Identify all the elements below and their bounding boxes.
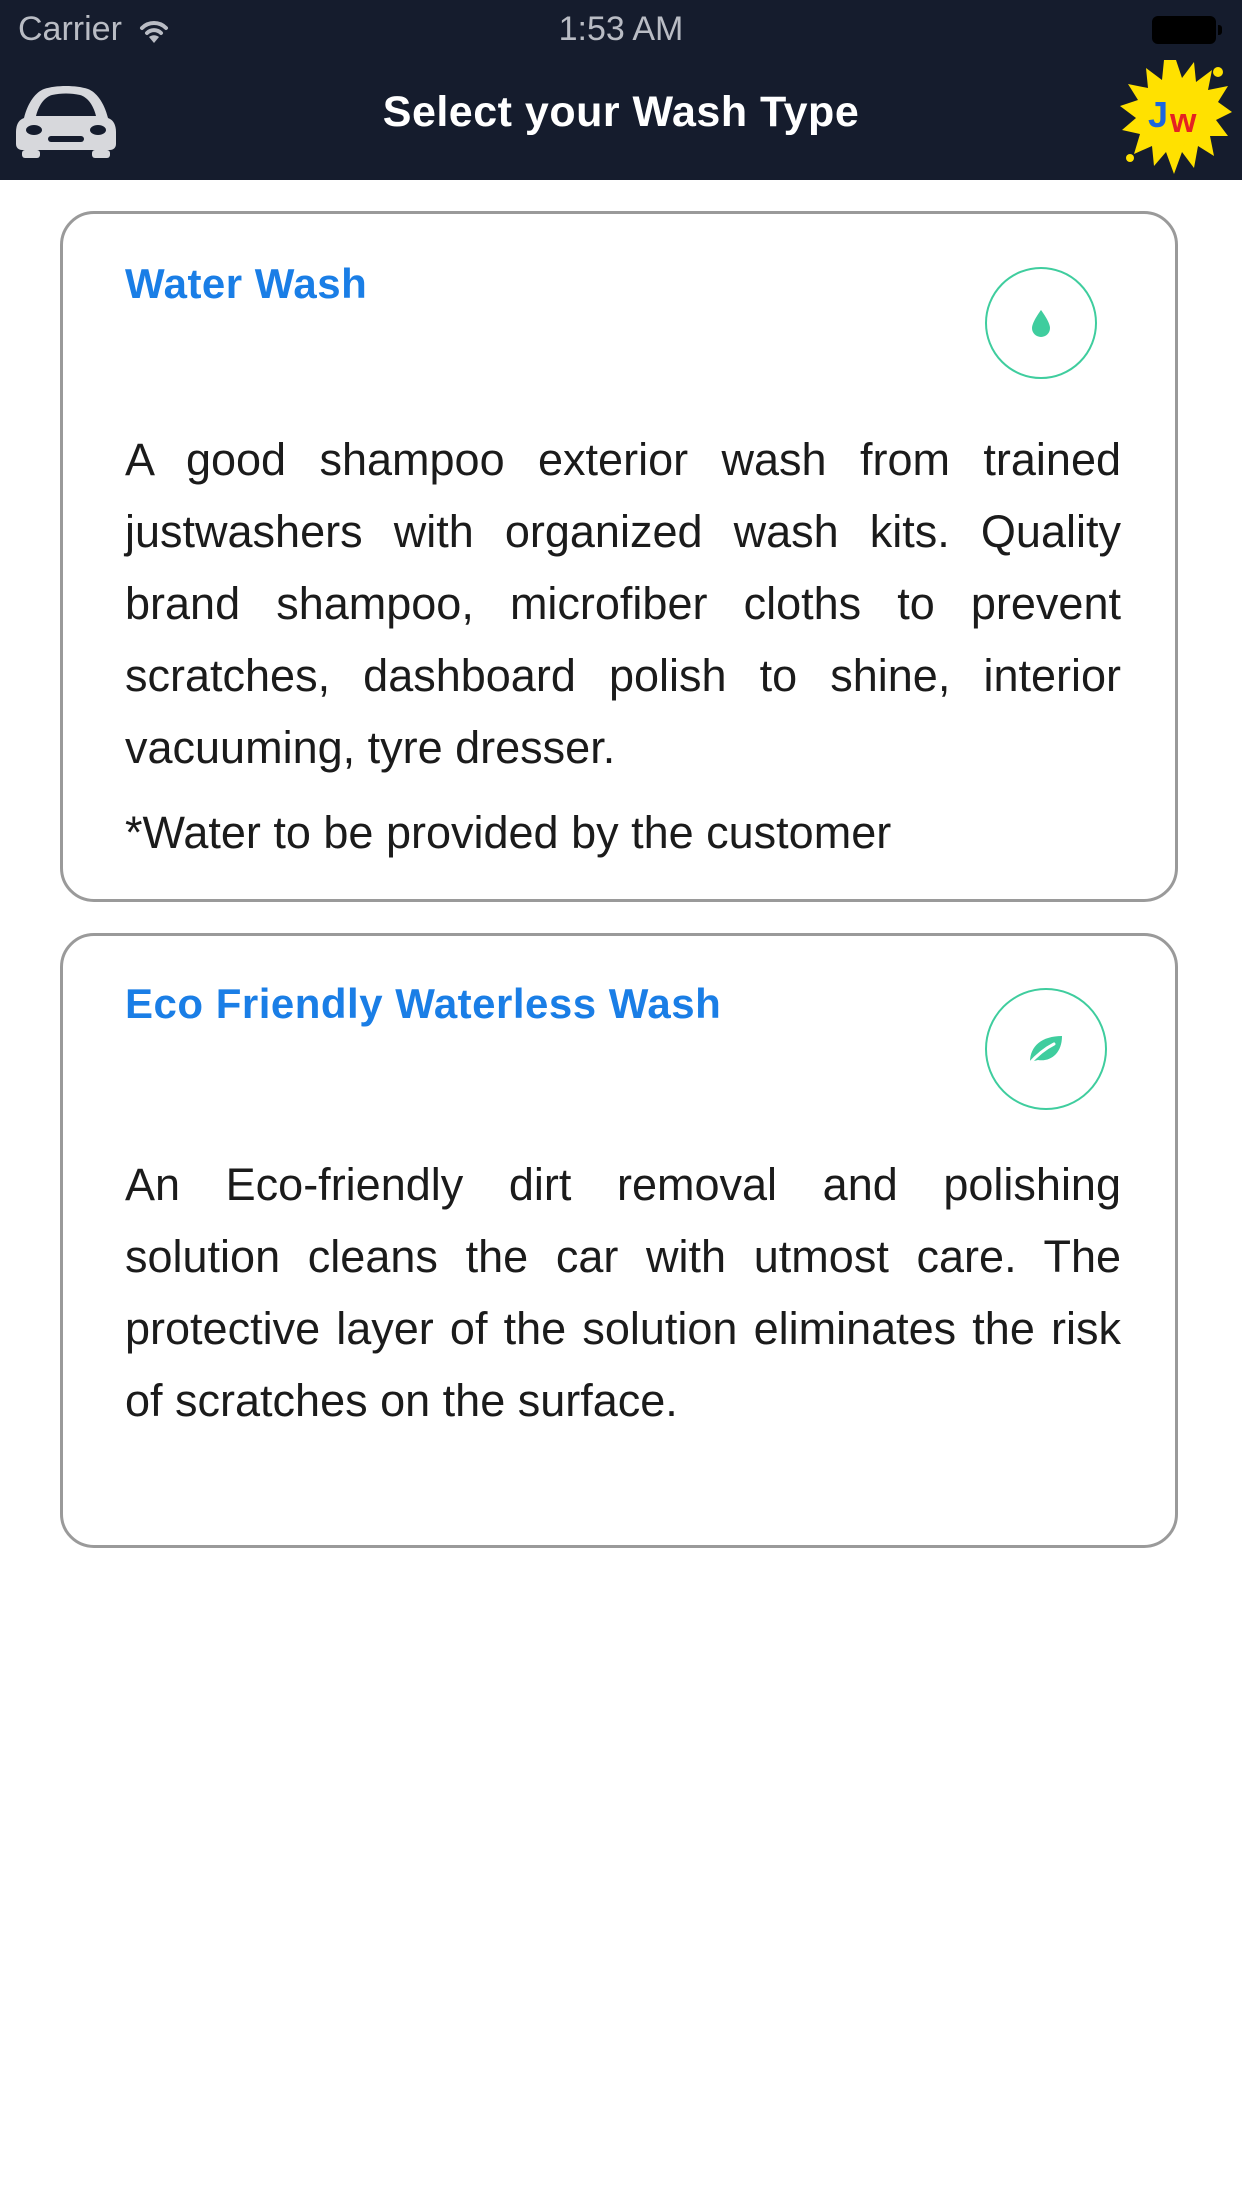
wash-card-water[interactable]: Water Wash A good shampoo exterior wash … [60,211,1178,902]
wash-card-waterless[interactable]: Eco Friendly Waterless Wash An Eco-frien… [60,933,1178,1548]
jw-logo[interactable]: J w [1118,54,1234,178]
battery-icon [1152,16,1222,44]
wash-card-description: An Eco-friendly dirt removal and polishi… [125,1159,1121,1426]
water-drop-icon [985,267,1097,379]
wash-card-description: A good shampoo exterior wash from traine… [125,434,1121,773]
wash-card-note: *Water to be provided by the customer [125,807,892,858]
leaf-icon [985,988,1107,1110]
jw-logo-icon: J w [1120,60,1232,174]
navigation-bar: Select your Wash Type J w [0,60,1242,180]
logo-letter-w: w [1169,102,1197,140]
wash-card-title: Eco Friendly Waterless Wash [125,980,722,1027]
page-title: Select your Wash Type [382,88,860,136]
logo-letter-j: J [1148,94,1168,135]
status-time: 1:53 AM [558,10,684,48]
top-bar: Carrier 1:53 AM Select your Wash Type J … [0,0,1242,180]
status-bar: Carrier 1:53 AM [0,0,1242,62]
wash-card-title: Water Wash [125,260,368,307]
